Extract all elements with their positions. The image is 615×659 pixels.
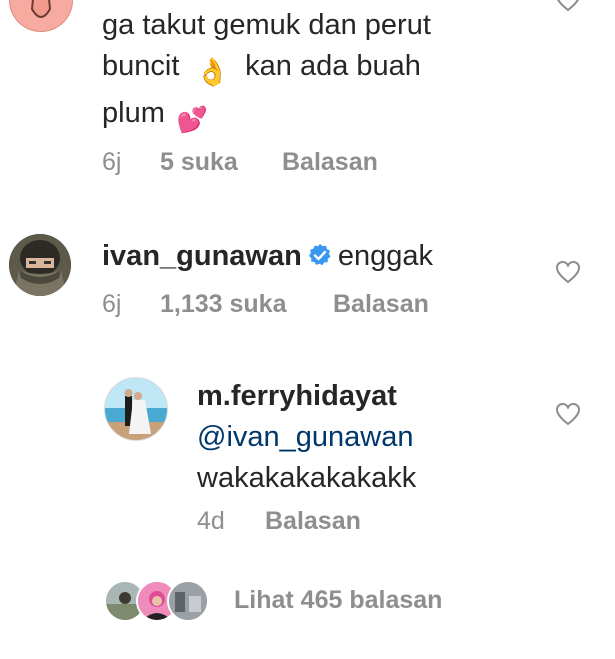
reply-body: wakakakakakakk bbox=[197, 462, 417, 494]
comment-body: enggak bbox=[337, 240, 433, 272]
comment-word-plum: plum bbox=[102, 97, 165, 129]
reply-time: 4d bbox=[197, 507, 225, 535]
avatar-illustration bbox=[9, 234, 71, 296]
reply-button[interactable]: Balasan bbox=[265, 507, 361, 536]
m-ferryhidayat-avatar[interactable] bbox=[104, 377, 168, 441]
comment-word-buncit: buncit bbox=[102, 50, 180, 82]
like-heart-icon[interactable] bbox=[555, 0, 581, 12]
username-link[interactable]: ivan_gunawan bbox=[102, 240, 302, 272]
comment-time: 6j bbox=[102, 290, 122, 318]
reply-text: m.ferryhidayat @ivan_gunawan wakakakakak… bbox=[197, 376, 537, 499]
comment-text: ga takut gemuk dan perut buncit 👌 kan ad… bbox=[102, 5, 522, 141]
verified-badge-icon bbox=[308, 244, 331, 266]
two-hearts-emoji: 💕 bbox=[176, 106, 209, 134]
likes-count[interactable]: 5 suka bbox=[160, 148, 238, 177]
comment-line-1: ga takut gemuk dan perut bbox=[102, 9, 431, 41]
mention-link[interactable]: @ivan_gunawan bbox=[197, 417, 537, 458]
reply-button[interactable]: Balasan bbox=[282, 148, 378, 177]
like-heart-icon[interactable] bbox=[555, 402, 581, 426]
comment-line-2: buncit 👌 kan ada buah bbox=[102, 46, 522, 93]
commenter-avatar[interactable] bbox=[9, 0, 73, 32]
view-replies-link[interactable]: Lihat 465 balasan bbox=[234, 586, 442, 615]
avatar-illustration bbox=[169, 582, 207, 620]
ok-hand-emoji: 👌 bbox=[195, 57, 230, 87]
comment-time: 6j bbox=[102, 148, 122, 176]
likes-count[interactable]: 1,133 suka bbox=[160, 290, 287, 319]
comment-text: ivan_gunawan enggak bbox=[102, 236, 433, 277]
replier-avatar-3 bbox=[167, 580, 209, 622]
reply-button[interactable]: Balasan bbox=[333, 290, 429, 319]
like-heart-icon[interactable] bbox=[555, 260, 581, 284]
avatar-illustration bbox=[105, 378, 167, 440]
comment-line-3: plum 💕 bbox=[102, 93, 522, 141]
ivan-gunawan-avatar[interactable] bbox=[9, 234, 71, 296]
comment-phrase: kan ada buah bbox=[245, 50, 421, 82]
avatar-illustration bbox=[10, 0, 72, 31]
username-link[interactable]: m.ferryhidayat bbox=[197, 376, 537, 417]
